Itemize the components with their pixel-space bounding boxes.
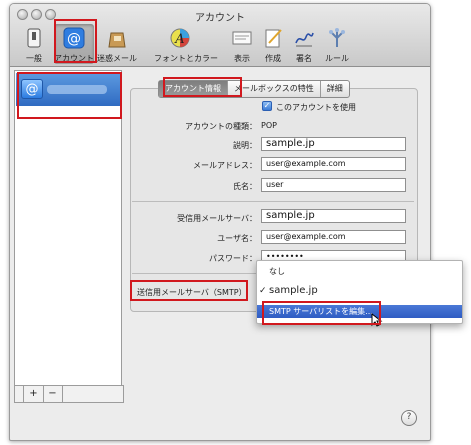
smtp-server-menu[interactable]: なし ✓ sample.jp SMTP サーバリストを編集... bbox=[256, 260, 463, 324]
enable-account-label: このアカウントを使用 bbox=[276, 103, 356, 112]
section-divider bbox=[132, 201, 414, 202]
title-bar: アカウント 一般 @ アカウント 迷惑メール A フォントとカラー 表示 作成 … bbox=[10, 4, 430, 67]
toolbar-rules[interactable]: ルール bbox=[317, 24, 357, 64]
font-icon: A bbox=[170, 28, 190, 48]
smtp-menu-item-sample[interactable]: ✓ sample.jp bbox=[257, 283, 462, 299]
at-icon: @ bbox=[63, 27, 85, 49]
full-name-label: 氏名： bbox=[233, 182, 257, 191]
toolbar-rules-label: ルール bbox=[325, 54, 349, 63]
toolbar-junk[interactable]: 迷惑メール bbox=[97, 24, 137, 64]
smtp-server-label: 送信用メールサーバ（SMTP） bbox=[137, 288, 247, 297]
checkmark-icon: ✓ bbox=[259, 286, 267, 296]
smtp-menu-item-sample-label: sample.jp bbox=[269, 285, 318, 296]
description-label: 説明： bbox=[233, 141, 257, 150]
account-type-label: アカウントの種類： bbox=[185, 122, 257, 131]
toolbar-accounts[interactable]: @ アカウント bbox=[54, 24, 94, 64]
window-title: アカウント bbox=[195, 13, 245, 24]
smtp-menu-item-none[interactable]: なし bbox=[257, 265, 462, 279]
account-list: @ bbox=[14, 70, 122, 402]
smtp-menu-item-edit-list[interactable]: SMTP サーバリストを編集... bbox=[257, 305, 462, 318]
enable-account-checkbox[interactable]: ✓ bbox=[262, 101, 272, 111]
description-field[interactable]: sample.jp bbox=[261, 137, 406, 151]
email-field[interactable]: user@example.com bbox=[261, 157, 406, 171]
incoming-server-label: 受信用メールサーバ： bbox=[177, 214, 257, 223]
switch-icon bbox=[27, 28, 41, 48]
tab-mailbox-behaviors[interactable]: メールボックスの特性 bbox=[228, 81, 321, 97]
compose-icon bbox=[265, 29, 282, 48]
password-label: パスワード： bbox=[209, 254, 257, 263]
tab-advanced[interactable]: 詳細 bbox=[321, 81, 349, 97]
username-label: ユーザ名： bbox=[217, 234, 257, 243]
at-icon: @ bbox=[21, 79, 43, 99]
rules-icon bbox=[329, 28, 345, 47]
toolbar-fonts-label: フォントとカラー bbox=[154, 54, 218, 63]
account-list-item[interactable]: @ bbox=[16, 73, 120, 106]
help-button[interactable]: ? bbox=[401, 410, 417, 426]
toolbar-fonts[interactable]: A フォントとカラー bbox=[154, 24, 218, 64]
remove-account-button[interactable]: − bbox=[43, 386, 63, 402]
svg-text:A: A bbox=[174, 32, 184, 47]
mouse-pointer-icon bbox=[371, 313, 383, 327]
account-name-blurred bbox=[47, 85, 107, 94]
signature-icon bbox=[295, 32, 314, 47]
email-label: メールアドレス： bbox=[193, 161, 257, 170]
svg-text:@: @ bbox=[67, 31, 81, 47]
viewing-icon bbox=[232, 31, 252, 45]
username-field[interactable]: user@example.com bbox=[261, 230, 406, 244]
add-account-button[interactable]: + bbox=[23, 386, 44, 402]
tab-account-info[interactable]: アカウント情報 bbox=[159, 81, 228, 97]
incoming-server-field[interactable]: sample.jp bbox=[261, 209, 406, 223]
account-type-value: POP bbox=[261, 121, 277, 130]
toolbar-junk-label: 迷惑メール bbox=[97, 54, 137, 63]
full-name-field[interactable]: user bbox=[261, 178, 406, 192]
settings-tabs: アカウント情報 メールボックスの特性 詳細 bbox=[158, 80, 350, 98]
junk-bag-icon bbox=[108, 32, 126, 48]
account-list-footer: + − bbox=[14, 385, 124, 403]
